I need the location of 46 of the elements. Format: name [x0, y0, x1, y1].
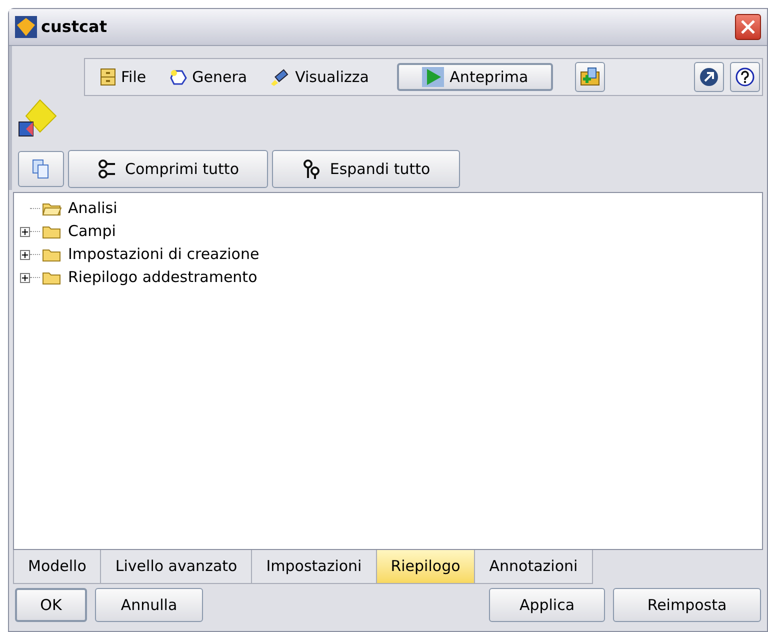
expand-toggle[interactable] — [20, 226, 30, 236]
menu-button[interactable]: File — [99, 66, 146, 88]
copy-button[interactable] — [18, 151, 64, 187]
collapse-all-button[interactable]: Comprimi tutto — [68, 150, 268, 188]
collapse-nodes-icon — [97, 159, 117, 179]
folder-plus-icon — [580, 67, 600, 87]
menu-button[interactable]: Genera — [168, 66, 248, 88]
tab[interactable]: Riepilogo — [376, 550, 476, 584]
open-folder-icon — [42, 202, 62, 216]
expand-toggle[interactable] — [20, 272, 30, 282]
cancel-button[interactable]: Annulla — [95, 588, 203, 622]
expand-toggle[interactable] — [20, 250, 30, 260]
folder-icon — [42, 248, 62, 262]
plus-icon — [22, 252, 28, 258]
reset-button[interactable]: Reimposta — [613, 588, 761, 622]
window-title: custcat — [41, 16, 107, 38]
copy-icon — [32, 159, 50, 179]
tab[interactable]: Impostazioni — [252, 550, 377, 584]
expand-nodes-icon — [302, 159, 322, 179]
tree-item[interactable]: Riepilogo addestramento — [68, 266, 258, 289]
play-icon — [422, 67, 444, 87]
expand-all-button[interactable]: Espandi tutto — [272, 150, 460, 188]
tab[interactable]: Modello — [14, 550, 102, 584]
close-icon — [740, 19, 756, 35]
tree-item[interactable]: Impostazioni di creazione — [68, 243, 260, 266]
close-button[interactable] — [735, 14, 761, 40]
help-button[interactable] — [730, 62, 760, 92]
tree-item[interactable]: Analisi — [68, 197, 118, 220]
menu-button[interactable]: Visualizza — [269, 66, 369, 88]
open-link-button[interactable] — [694, 62, 724, 92]
file-cabinet-icon — [99, 68, 117, 86]
add-to-stream-button[interactable] — [574, 62, 605, 92]
tab[interactable]: Annotazioni — [475, 550, 593, 584]
preview-button[interactable]: Anteprima — [396, 63, 553, 91]
tree-item[interactable]: Campi — [68, 220, 116, 243]
hexagon-sparkle-icon — [168, 68, 188, 86]
folder-icon — [42, 270, 62, 284]
plus-icon — [22, 228, 28, 234]
folder-icon — [42, 224, 62, 238]
diamond-app-icon — [15, 16, 37, 38]
tab[interactable]: Livello avanzato — [101, 550, 252, 584]
plus-icon — [22, 274, 28, 280]
help-icon — [735, 67, 755, 87]
ok-button[interactable]: OK — [15, 588, 87, 622]
apply-button[interactable]: Applica — [489, 588, 605, 622]
arrow-circle-icon — [699, 67, 719, 87]
